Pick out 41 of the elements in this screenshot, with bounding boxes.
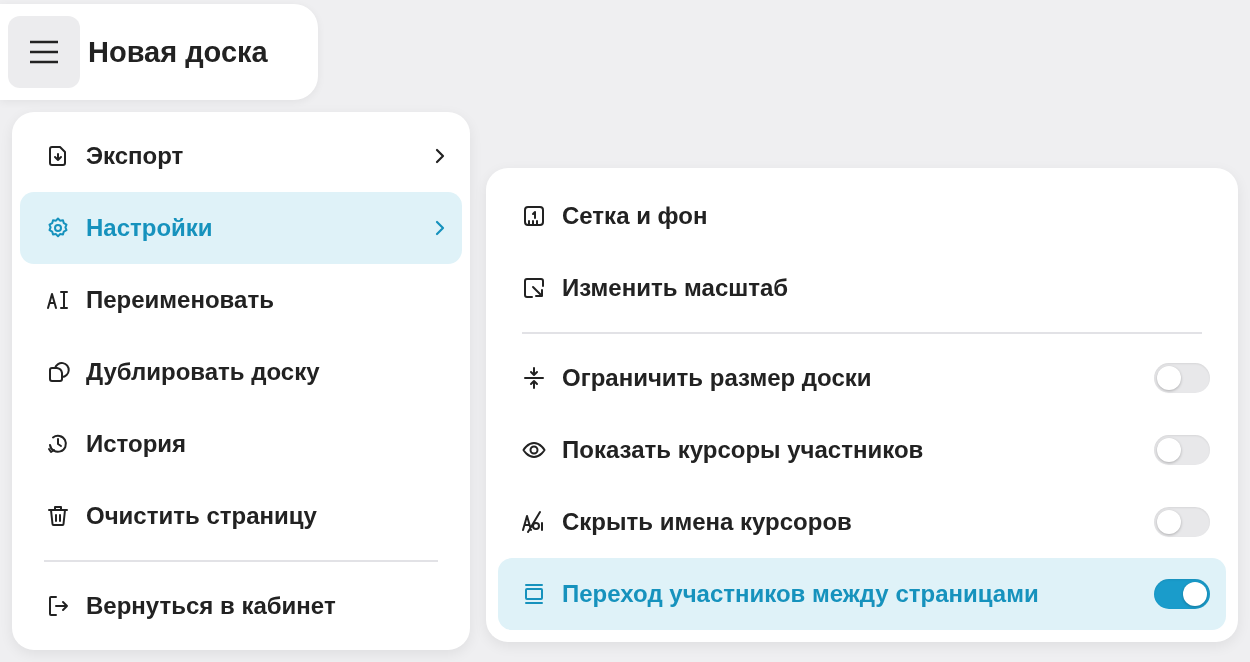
compress-icon bbox=[522, 366, 546, 390]
menu-item[interactable]: Ограничить размер доски bbox=[498, 342, 1226, 414]
resize-icon bbox=[522, 276, 546, 300]
menu-item-label: Переименовать bbox=[86, 286, 275, 314]
menu-item[interactable]: Вернуться в кабинет bbox=[20, 570, 462, 642]
menu-item-label: Изменить масштаб bbox=[562, 274, 790, 302]
menu-item[interactable]: Изменить масштаб bbox=[498, 252, 1226, 324]
toggle-switch[interactable] bbox=[1154, 435, 1210, 465]
exit-arrow-icon bbox=[46, 594, 70, 618]
menu-item-label: Ограничить размер доски bbox=[562, 364, 873, 392]
pages-icon bbox=[522, 582, 546, 606]
text-strike-icon bbox=[522, 510, 546, 534]
history-icon bbox=[46, 432, 70, 456]
toggle-switch[interactable] bbox=[1154, 363, 1210, 393]
menu-item[interactable]: Экспорт bbox=[20, 120, 462, 192]
menu-item-label: Сетка и фон bbox=[562, 202, 709, 230]
text-cursor-icon bbox=[46, 288, 70, 312]
menu-item-label: Вернуться в кабинет bbox=[86, 592, 337, 620]
trash-icon bbox=[46, 504, 70, 528]
menu-item-label: Переход участников между страницами bbox=[562, 580, 1040, 608]
toggle-switch[interactable] bbox=[1154, 579, 1210, 609]
settings-icon bbox=[46, 216, 70, 240]
menu-item[interactable]: Дублировать доску bbox=[20, 336, 462, 408]
menu-item-label: Скрыть имена курсоров bbox=[562, 508, 853, 536]
menu-item-label: Экспорт bbox=[86, 142, 185, 170]
duplicate-icon bbox=[46, 360, 70, 384]
menu-item-label: Очистить страницу bbox=[86, 502, 318, 530]
menu-item[interactable]: Показать курсоры участников bbox=[498, 414, 1226, 486]
menu-button[interactable] bbox=[8, 16, 80, 88]
board-title: Новая доска bbox=[88, 35, 268, 69]
menu-item[interactable]: Переименовать bbox=[20, 264, 462, 336]
menu-item-label: Показать курсоры участников bbox=[562, 436, 925, 464]
menu-item-label: Настройки bbox=[86, 214, 214, 242]
menu-item-label: Дублировать доску bbox=[86, 358, 321, 386]
toggle-switch[interactable] bbox=[1154, 507, 1210, 537]
menu-item[interactable]: Сетка и фон bbox=[498, 180, 1226, 252]
menu-item-label: История bbox=[86, 430, 188, 458]
menu-item[interactable]: Скрыть имена курсоров bbox=[498, 486, 1226, 558]
menu-item[interactable]: Очистить страницу bbox=[20, 480, 462, 552]
grid-icon bbox=[522, 204, 546, 228]
menu-item[interactable]: История bbox=[20, 408, 462, 480]
